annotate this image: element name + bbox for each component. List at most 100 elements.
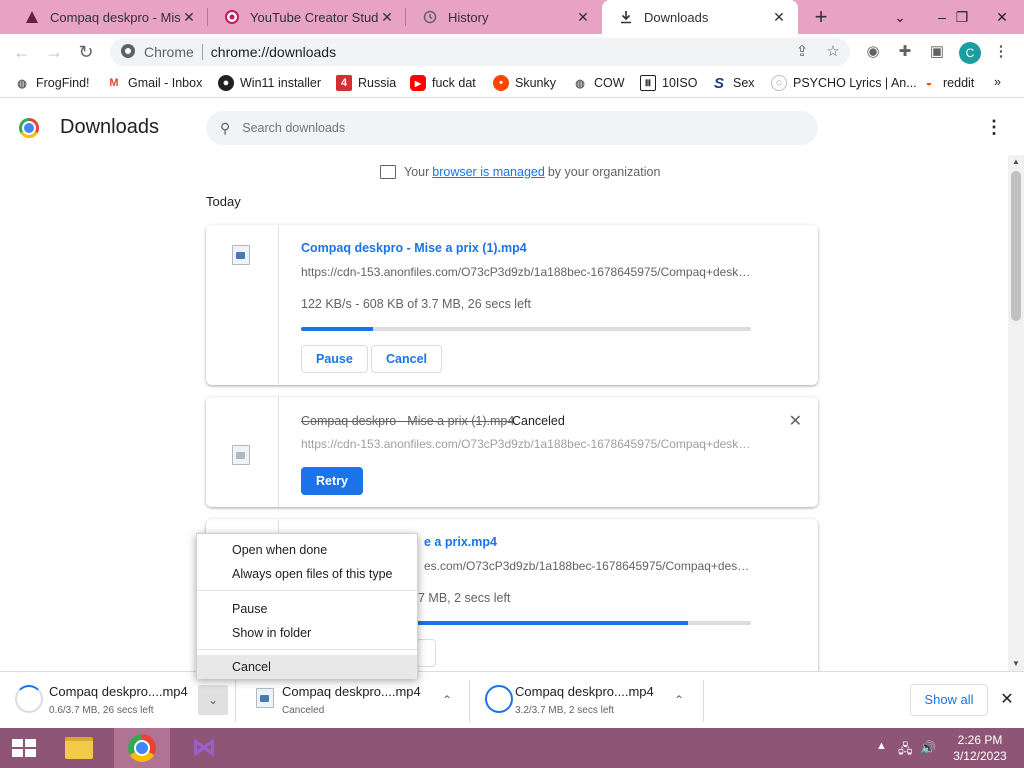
file-name: Compaq deskpro - Mise a prix (1).mp4: [301, 414, 515, 428]
close-icon[interactable]: ✕: [180, 9, 198, 26]
file-name-link[interactable]: Compaq deskpro - Mise a prix (1).mp4: [301, 241, 527, 255]
tab-youtube-studio[interactable]: YouTube Creator Studio ✕: [208, 0, 406, 34]
system-clock[interactable]: 2:26 PM 3/12/2023: [944, 732, 1016, 764]
bookmark-10iso[interactable]: Ⅲ 10ISO: [640, 75, 697, 91]
close-window-button[interactable]: ✕: [984, 0, 1020, 34]
address-bar[interactable]: Chrome chrome://downloads: [110, 38, 850, 66]
progress-fill: [301, 327, 373, 331]
bookmarks-bar: ◍ FrogFind! M Gmail - Inbox ● Win11 install…: [0, 70, 1024, 98]
bookmark-reddit[interactable]: ◒ reddit: [921, 75, 975, 91]
file-url[interactable]: https://cdn-153.anonfiles.com/O73cP3d9zb…: [301, 437, 753, 451]
shelf-file-status: 3.2/3.7 MB, 2 secs left: [515, 705, 614, 716]
search-input[interactable]: [242, 121, 743, 135]
close-icon[interactable]: ✕: [574, 9, 592, 26]
bookmark-win11[interactable]: ● Win11 installer: [218, 75, 321, 91]
tray-expand-icon[interactable]: ▲: [876, 740, 887, 752]
show-all-button[interactable]: Show all: [910, 684, 988, 716]
restore-button[interactable]: ❐: [944, 0, 980, 34]
file-url[interactable]: https://cdn-153.anonfiles.com/O73cP3d9zb…: [301, 265, 753, 279]
download-context-menu: Open when done Always open files of this…: [196, 533, 418, 679]
anonfiles-icon: [24, 9, 40, 25]
bookmark-cow[interactable]: ◍ COW: [572, 75, 624, 91]
close-shelf-icon[interactable]: ✕: [996, 687, 1018, 713]
shelf-item[interactable]: Compaq deskpro....mp4 0.6/3.7 MB, 26 sec…: [0, 672, 234, 728]
search-downloads[interactable]: ⚲: [206, 111, 818, 145]
reddit-alien-icon: ◒: [925, 77, 933, 89]
share-icon[interactable]: ⇪: [791, 41, 813, 63]
menu-item-pause[interactable]: Pause: [197, 597, 417, 621]
menu-item-show-in-folder[interactable]: Show in folder: [197, 621, 417, 645]
page-scrollbar[interactable]: ▲ ▼: [1008, 155, 1024, 671]
volume-icon[interactable]: 🔊: [920, 740, 936, 756]
bookmark-psycho[interactable]: ○ PSYCHO Lyrics | An...: [771, 75, 917, 91]
bookmark-gmail[interactable]: M Gmail - Inbox: [106, 75, 202, 91]
taskbar: ⋈ ▲ 🖧 🔊 2:26 PM 3/12/2023: [0, 728, 1024, 768]
chevron-down-icon[interactable]: ⌄: [198, 685, 228, 715]
reddit-icon: •: [493, 75, 509, 91]
more-actions-icon[interactable]: ⋮: [985, 117, 1003, 137]
bookmark-skunky[interactable]: • Skunky: [493, 75, 556, 91]
new-tab-button[interactable]: +: [808, 4, 834, 30]
bookmark-sex[interactable]: S Sex: [711, 75, 755, 92]
file-icon: [232, 245, 250, 265]
tab-title: Compaq deskpro - Mise: [50, 9, 180, 25]
chrome-icon: [128, 734, 156, 762]
download-shelf: Compaq deskpro....mp4 0.6/3.7 MB, 26 sec…: [0, 671, 1024, 728]
chevron-up-icon[interactable]: ⌃: [432, 685, 462, 715]
start-button[interactable]: [0, 728, 48, 768]
more-bookmarks-icon[interactable]: »: [994, 75, 1001, 89]
cancel-button-partial[interactable]: [416, 639, 436, 667]
tab-compaq[interactable]: Compaq deskpro - Mise ✕: [8, 0, 208, 34]
menu-item-open-when-done[interactable]: Open when done: [197, 538, 417, 562]
menu-icon[interactable]: ⋮: [990, 41, 1012, 63]
back-icon[interactable]: ←: [10, 40, 34, 64]
bookmark-star-icon[interactable]: ☆: [822, 41, 844, 63]
tab-search-icon[interactable]: ⌄: [882, 0, 918, 34]
forward-icon[interactable]: →: [42, 40, 66, 64]
network-icon[interactable]: 🖧: [898, 740, 913, 762]
chrome-taskbar-button[interactable]: [114, 728, 170, 768]
managed-link[interactable]: browser is managed: [432, 165, 545, 179]
gmail-icon: M: [109, 77, 119, 89]
cancel-button[interactable]: Cancel: [371, 345, 442, 373]
bookmark-fuck-dat[interactable]: ▶ fuck dat: [410, 75, 476, 91]
shelf-file-name: Compaq deskpro....mp4: [515, 684, 654, 699]
puzzle-icon[interactable]: ✚: [894, 41, 916, 63]
close-icon[interactable]: ✕: [770, 9, 788, 26]
reload-icon[interactable]: ↻: [74, 40, 98, 64]
scroll-up-icon[interactable]: ▲: [1008, 155, 1024, 169]
visual-studio-button[interactable]: ⋈: [176, 728, 232, 768]
pause-button[interactable]: Pause: [301, 345, 368, 373]
globe-icon: ◍: [17, 77, 27, 90]
close-icon[interactable]: ✕: [378, 9, 396, 26]
extension-icon[interactable]: ◉: [862, 41, 884, 63]
tab-title: History: [448, 9, 489, 25]
bookmark-frogfind[interactable]: ◍ FrogFind!: [14, 75, 89, 91]
shelf-file-status: Canceled: [282, 705, 325, 716]
tab-downloads[interactable]: Downloads ✕: [602, 0, 798, 34]
shelf-item[interactable]: Compaq deskpro....mp4 Canceled ⌃: [236, 672, 470, 728]
remove-icon[interactable]: ✕: [789, 411, 802, 431]
menu-item-always-open[interactable]: Always open files of this type: [197, 562, 417, 586]
progress-text: 122 KB/s - 608 KB of 3.7 MB, 26 secs lef…: [301, 297, 531, 311]
profile-avatar[interactable]: C: [959, 42, 981, 64]
tab-history[interactable]: History ✕: [406, 0, 602, 34]
chevron-up-icon[interactable]: ⌃: [664, 685, 694, 715]
retry-button[interactable]: Retry: [301, 467, 363, 495]
file-url[interactable]: es.com/O73cP3d9zb/1a188bec-1678645975/Co…: [424, 559, 754, 573]
shelf-item[interactable]: Compaq deskpro....mp4 3.2/3.7 MB, 2 secs…: [470, 672, 704, 728]
managed-notice: Your browser is managed by your organiza…: [380, 165, 660, 179]
windows-icon: [12, 739, 36, 757]
scroll-down-icon[interactable]: ▼: [1008, 657, 1024, 671]
file-explorer-button[interactable]: [50, 728, 106, 768]
downloads-page: Downloads ⚲ ⋮ Your browser is managed by…: [0, 99, 1024, 671]
tab-title: Downloads: [644, 9, 709, 25]
file-name-link[interactable]: e a prix.mp4: [424, 535, 497, 549]
side-panel-icon[interactable]: ▣: [926, 41, 948, 63]
scroll-thumb[interactable]: [1011, 171, 1021, 321]
chrome-logo-icon: [19, 118, 39, 138]
clock-time: 2:26 PM: [957, 733, 1003, 747]
menu-item-cancel[interactable]: Cancel: [197, 655, 417, 679]
bookmark-russia[interactable]: 4 Russia: [336, 75, 396, 91]
building-icon: [380, 165, 396, 179]
